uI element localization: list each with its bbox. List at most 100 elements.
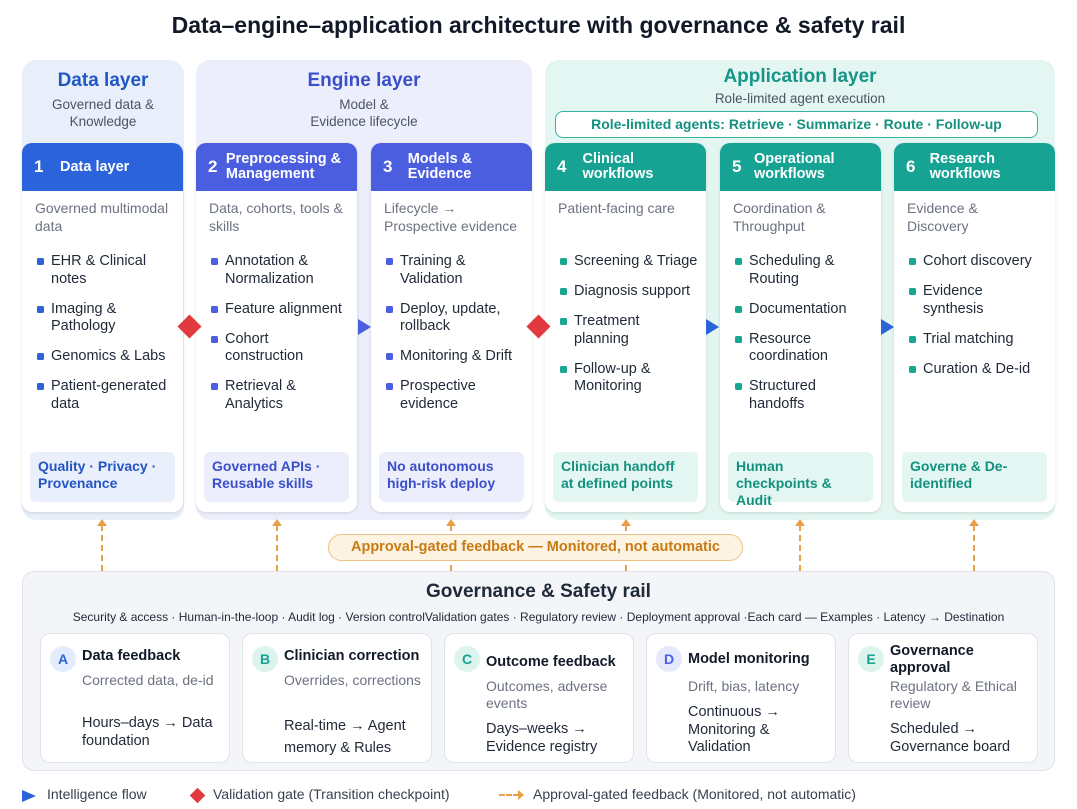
bullet-icon xyxy=(386,353,393,360)
gov-card-letter-badge: E xyxy=(858,646,884,672)
card-clinical-workflows: 4 Clinical workflows Patient-facing care… xyxy=(545,143,706,512)
list-item: Scheduling & Routing xyxy=(733,253,873,288)
legend-gate-label: Validation gate (Transition checkpoint) xyxy=(213,786,450,802)
card-header: 6 Research workflows xyxy=(894,143,1055,191)
bullet-icon xyxy=(386,258,393,265)
feedback-arrow-icon xyxy=(271,519,283,571)
engine-layer-subtitle-2: Evidence lifecycle xyxy=(310,114,418,129)
feedback-arrow-icon xyxy=(794,519,806,571)
card-subtitle: Patient-facing care xyxy=(558,200,675,216)
card-operational-workflows: 5 Operational workflows Coordination & T… xyxy=(720,143,881,512)
gov-card-letter-badge: D xyxy=(656,646,682,672)
gov-card-letter-badge: C xyxy=(454,646,480,672)
card-number: 4 xyxy=(557,157,567,176)
card-number: 6 xyxy=(906,157,916,176)
card-subtitle: Coordination & Throughput xyxy=(733,200,826,234)
gov-card-cadence: Continuous → Monitoring & Validation xyxy=(688,704,780,755)
gov-card-title: Clinician correction xyxy=(284,648,420,664)
bullet-icon xyxy=(211,383,218,390)
bullet-icon xyxy=(37,353,44,360)
card-models-evidence: 3 Models & Evidence Lifecycle → Prospect… xyxy=(371,143,532,512)
bullet-icon xyxy=(211,335,218,343)
list-item: Deploy, update, rollback xyxy=(384,301,524,336)
list-item: Genomics & Labs xyxy=(35,348,175,366)
card-data-layer: 1 Data layer Governed multimodal data EH… xyxy=(22,143,183,512)
list-item: Annotation & Normalization xyxy=(209,253,349,288)
gov-card-model-monitoring: D Model monitoring Drift, bias, latency … xyxy=(646,633,836,763)
bullet-icon xyxy=(909,258,916,265)
validation-gate-icon xyxy=(189,787,206,804)
card-header: 1 Data layer xyxy=(22,143,183,191)
gov-card-data-feedback: A Data feedback Corrected data, de-id Ho… xyxy=(40,633,230,763)
list-item: Curation & De-id xyxy=(907,361,1047,379)
gov-card-subtitle: Regulatory & Ethical review xyxy=(890,678,1017,711)
card-footer: No autonomous high-risk deploy xyxy=(379,452,524,502)
card-header: 3 Models & Evidence xyxy=(371,143,532,191)
card-title: Research workflows xyxy=(929,151,1001,182)
feedback-arrow-icon xyxy=(96,519,108,571)
bullet-icon xyxy=(735,383,742,390)
intelligence-flow-arrow-icon xyxy=(881,319,894,335)
bullet-icon xyxy=(560,365,567,373)
bullet-icon xyxy=(386,305,393,313)
dashed-feedback-arrowhead-icon xyxy=(518,790,524,800)
list-item: Trial matching xyxy=(907,331,1047,349)
gov-card-clinician-correction: B Clinician correction Overrides, correc… xyxy=(242,633,432,763)
gov-card-cadence: Days–weeks → Evidence registry xyxy=(486,721,598,755)
bullet-icon xyxy=(735,335,742,343)
gov-card-title: Model monitoring xyxy=(688,651,810,667)
bullet-icon xyxy=(909,288,916,295)
list-item: Cohort construction xyxy=(209,331,349,366)
list-item: Structured handoffs xyxy=(733,378,873,413)
list-item: Cohort discovery xyxy=(907,253,1047,271)
gov-card-subtitle: Corrected data, de-id xyxy=(82,672,214,688)
bullet-icon xyxy=(560,288,567,295)
application-layer-subtitle: Role-limited agent execution xyxy=(714,91,886,106)
application-layer-title: Application layer xyxy=(723,66,877,87)
list-item: Follow-up & Monitoring xyxy=(558,361,698,396)
bullet-icon xyxy=(560,318,567,325)
list-item: Retrieval & Analytics xyxy=(209,378,349,413)
card-number: 1 xyxy=(34,157,44,176)
card-footer: Clinician handoff at defined points xyxy=(553,452,698,502)
card-header: 2 Preprocessing & Management xyxy=(196,143,357,191)
list-item: EHR & Clinical notes xyxy=(35,253,175,288)
card-subtitle: Governed multimodal data xyxy=(35,200,169,234)
card-footer: Governed APIs · Reusable skills xyxy=(204,452,349,502)
intelligence-flow-arrow-icon xyxy=(22,790,36,802)
engine-layer-subtitle-1: Model & xyxy=(339,97,389,112)
bullet-icon xyxy=(211,305,218,313)
legend-flow-label: Intelligence flow xyxy=(47,786,147,802)
data-layer-subtitle: Governed data & Knowledge xyxy=(51,97,155,129)
dashed-feedback-line-icon xyxy=(499,794,519,796)
bullet-icon xyxy=(560,258,567,265)
list-item: Training & Validation xyxy=(384,253,524,288)
card-number: 3 xyxy=(383,157,393,176)
card-number: 5 xyxy=(732,157,742,176)
list-item: Prospective evidence xyxy=(384,378,524,413)
card-subtitle: Evidence & Discovery xyxy=(907,200,978,234)
card-subtitle: Lifecycle → Prospective evidence xyxy=(384,200,518,234)
bullet-icon xyxy=(37,305,44,313)
bullet-icon xyxy=(37,258,44,265)
gov-card-letter-badge: A xyxy=(50,646,76,672)
engine-layer-title: Engine layer xyxy=(307,70,421,91)
gov-card-governance-approval: E Governance approval Regulatory & Ethic… xyxy=(848,633,1038,763)
card-header: 5 Operational workflows xyxy=(720,143,881,191)
bullet-icon xyxy=(37,383,44,390)
list-item: Patient-generated data xyxy=(35,378,175,413)
gov-card-letter-badge: B xyxy=(252,646,278,672)
legend-feedback-label: Approval-gated feedback (Monitored, not … xyxy=(533,786,856,802)
card-footer: Quality · Privacy · Provenance xyxy=(30,452,175,502)
rail-title: Governance & Safety rail xyxy=(426,581,651,602)
rail-controls-list: Security & access · Human-in-the-loop · … xyxy=(72,610,1005,624)
gov-card-title: Data feedback xyxy=(82,648,181,664)
card-title: Data layer xyxy=(60,158,130,175)
list-item: Evidence synthesis xyxy=(907,283,1047,318)
list-item: Documentation xyxy=(733,301,873,319)
gov-card-cadence: Scheduled → Governance board xyxy=(890,721,1011,755)
role-limited-agents-pill: Role-limited agents: Retrieve · Summariz… xyxy=(555,111,1038,138)
list-item: Imaging & Pathology xyxy=(35,301,175,336)
intelligence-flow-arrow-icon xyxy=(358,319,371,335)
feedback-arrow-icon xyxy=(968,519,980,571)
